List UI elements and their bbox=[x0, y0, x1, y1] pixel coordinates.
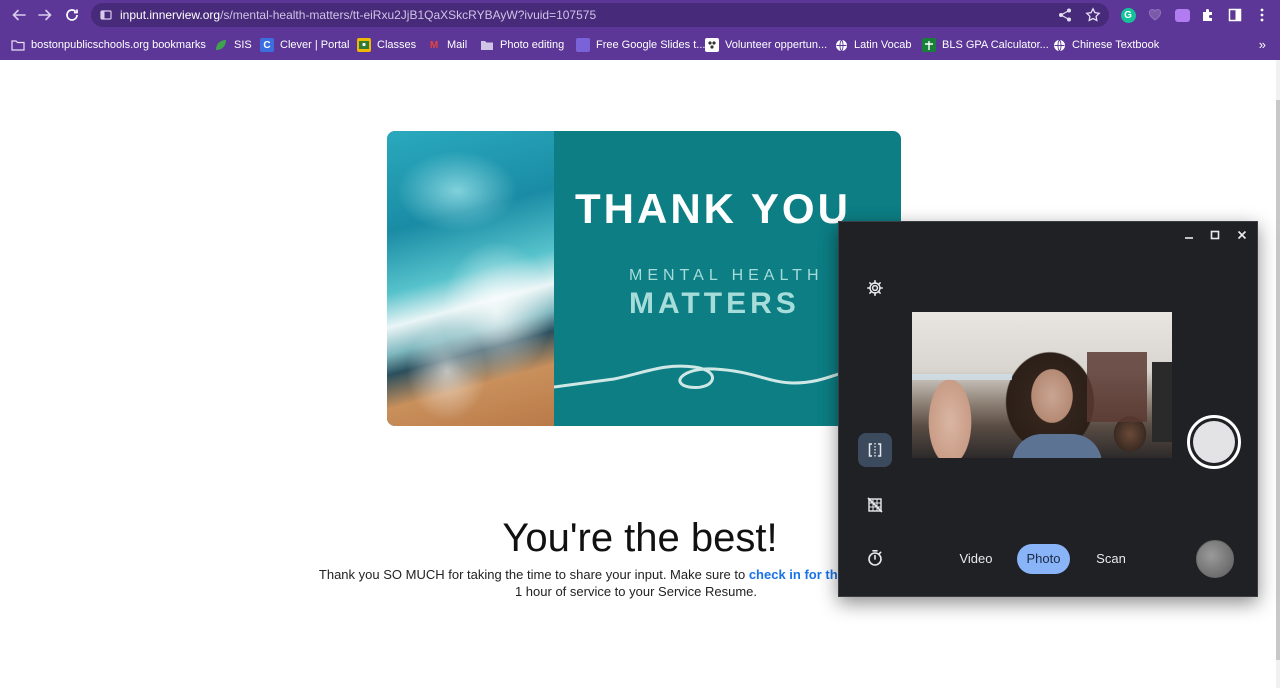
timer-button[interactable] bbox=[858, 541, 892, 575]
puzzle-icon[interactable] bbox=[1199, 6, 1217, 24]
leaf-icon bbox=[214, 38, 228, 52]
volunteer-icon bbox=[705, 38, 719, 52]
grammarly-icon[interactable]: G bbox=[1119, 6, 1137, 24]
address-bar[interactable]: input.innerview.org/s/mental-health-matt… bbox=[91, 3, 1109, 27]
character-extension-icon[interactable] bbox=[1173, 6, 1191, 24]
timer-icon bbox=[868, 550, 882, 566]
folder-icon bbox=[480, 38, 494, 52]
forward-button[interactable] bbox=[35, 5, 55, 25]
bookmark-volunteer[interactable]: Volunteer oppertun... bbox=[705, 37, 827, 53]
bookmark-label: Classes bbox=[377, 39, 417, 51]
folder-icon bbox=[11, 38, 25, 52]
banner-subtitle-line2: MATTERS bbox=[629, 287, 800, 320]
bookmark-clever[interactable]: C Clever | Portal bbox=[260, 37, 350, 53]
gallery-thumbnail[interactable] bbox=[1196, 540, 1234, 578]
slides-icon bbox=[576, 38, 590, 52]
scrollbar-thumb[interactable] bbox=[1276, 100, 1280, 660]
gmail-icon: M bbox=[429, 39, 439, 51]
preview-light-strip bbox=[912, 374, 1012, 380]
camera-app-window: Video Photo Scan bbox=[838, 221, 1258, 597]
bookmark-label: Photo editing bbox=[500, 39, 565, 51]
url-path: /s/mental-health-matters/tt-eiRxu2JjB1Qa… bbox=[220, 8, 597, 22]
bookmark-label: SIS bbox=[234, 39, 252, 51]
reload-icon bbox=[66, 9, 78, 21]
bookmark-gpa-calculator[interactable]: BLS GPA Calculator... bbox=[922, 37, 1049, 53]
mode-photo[interactable]: Photo bbox=[1017, 544, 1070, 574]
arrow-left-icon bbox=[12, 9, 26, 21]
ocean-beach-photo bbox=[387, 131, 554, 426]
url-host: input.innerview.org bbox=[120, 8, 221, 22]
shutter-button[interactable] bbox=[1187, 415, 1241, 469]
bookmark-mail[interactable]: M Mail bbox=[427, 37, 467, 53]
arrow-right-icon bbox=[38, 9, 52, 21]
bookmarks-overflow-button[interactable]: » bbox=[1259, 37, 1266, 52]
globe-icon bbox=[834, 38, 848, 52]
bookmark-label: Chinese Textbook bbox=[1072, 39, 1160, 51]
settings-icon bbox=[867, 280, 883, 296]
minimize-icon bbox=[1185, 237, 1193, 239]
camera-settings-button[interactable] bbox=[858, 271, 892, 305]
star-icon[interactable] bbox=[1085, 7, 1101, 23]
clever-icon: C bbox=[260, 38, 274, 52]
mirror-toggle-button[interactable] bbox=[858, 433, 892, 467]
body-text-before: Thank you SO MUCH for taking the time to… bbox=[318, 567, 749, 582]
bookmark-label: Latin Vocab bbox=[854, 39, 912, 51]
kebab-menu-icon[interactable] bbox=[1253, 6, 1271, 24]
maximize-icon bbox=[1210, 230, 1220, 240]
classroom-icon bbox=[357, 38, 371, 52]
bookmarks-bar: bostonpublicschools.org bookmarks SIS C … bbox=[0, 30, 1280, 60]
bookmark-sis[interactable]: SIS bbox=[214, 37, 252, 53]
reload-button[interactable] bbox=[62, 5, 82, 25]
bookmark-latin-vocab[interactable]: Latin Vocab bbox=[834, 37, 912, 53]
share-icon[interactable] bbox=[1057, 7, 1073, 23]
bookmark-chinese-textbook[interactable]: Chinese Textbook bbox=[1052, 37, 1159, 53]
bookmark-label: Free Google Slides t... bbox=[596, 39, 706, 51]
globe-icon bbox=[1052, 38, 1066, 52]
bookmark-google-slides[interactable]: Free Google Slides t... bbox=[576, 37, 705, 53]
maximize-button[interactable] bbox=[1207, 227, 1223, 243]
back-button[interactable] bbox=[9, 5, 29, 25]
heart-extension-icon[interactable] bbox=[1146, 6, 1164, 24]
bookmark-label: Mail bbox=[447, 39, 468, 51]
shutter-inner bbox=[1193, 421, 1235, 463]
bookmark-label: BLS GPA Calculator... bbox=[942, 39, 1049, 51]
grid-off-icon bbox=[867, 497, 883, 513]
thank-you-banner: THANK YOU MENTAL HEALTH MATTERS bbox=[387, 131, 901, 426]
bookmark-label: bostonpublicschools.org bookmarks bbox=[31, 39, 206, 51]
banner-subtitle-line1: MENTAL HEALTH bbox=[629, 267, 824, 284]
mode-scan[interactable]: Scan bbox=[1089, 544, 1133, 574]
bookmark-label: Volunteer oppertun... bbox=[725, 39, 828, 51]
side-panel-icon[interactable] bbox=[1226, 6, 1244, 24]
bookmark-label: Clever | Portal bbox=[280, 39, 350, 51]
mirror-icon bbox=[868, 443, 882, 457]
bookmark-photo-editing[interactable]: Photo editing bbox=[480, 37, 564, 53]
bookmark-bps-folder[interactable]: bostonpublicschools.org bookmarks bbox=[11, 37, 206, 53]
grid-toggle-button[interactable] bbox=[858, 488, 892, 522]
bookmark-classes[interactable]: Classes bbox=[357, 37, 416, 53]
camera-preview bbox=[912, 312, 1172, 458]
preview-person bbox=[1012, 434, 1102, 458]
banner-title: THANK YOU bbox=[575, 185, 851, 232]
sheets-icon bbox=[922, 38, 936, 52]
minimize-button[interactable] bbox=[1181, 227, 1197, 243]
close-button[interactable] bbox=[1234, 227, 1250, 243]
mode-video[interactable]: Video bbox=[951, 544, 1001, 574]
url-text[interactable]: input.innerview.org/s/mental-health-matt… bbox=[120, 8, 596, 22]
page-scrollbar[interactable] bbox=[1276, 60, 1280, 688]
browser-toolbar: input.innerview.org/s/mental-health-matt… bbox=[0, 0, 1280, 30]
preview-doorframe bbox=[1152, 362, 1172, 442]
camera-titlebar[interactable] bbox=[839, 222, 1257, 248]
preview-shelf bbox=[1087, 352, 1147, 422]
site-info-icon[interactable] bbox=[100, 9, 112, 21]
close-icon bbox=[1237, 230, 1247, 240]
